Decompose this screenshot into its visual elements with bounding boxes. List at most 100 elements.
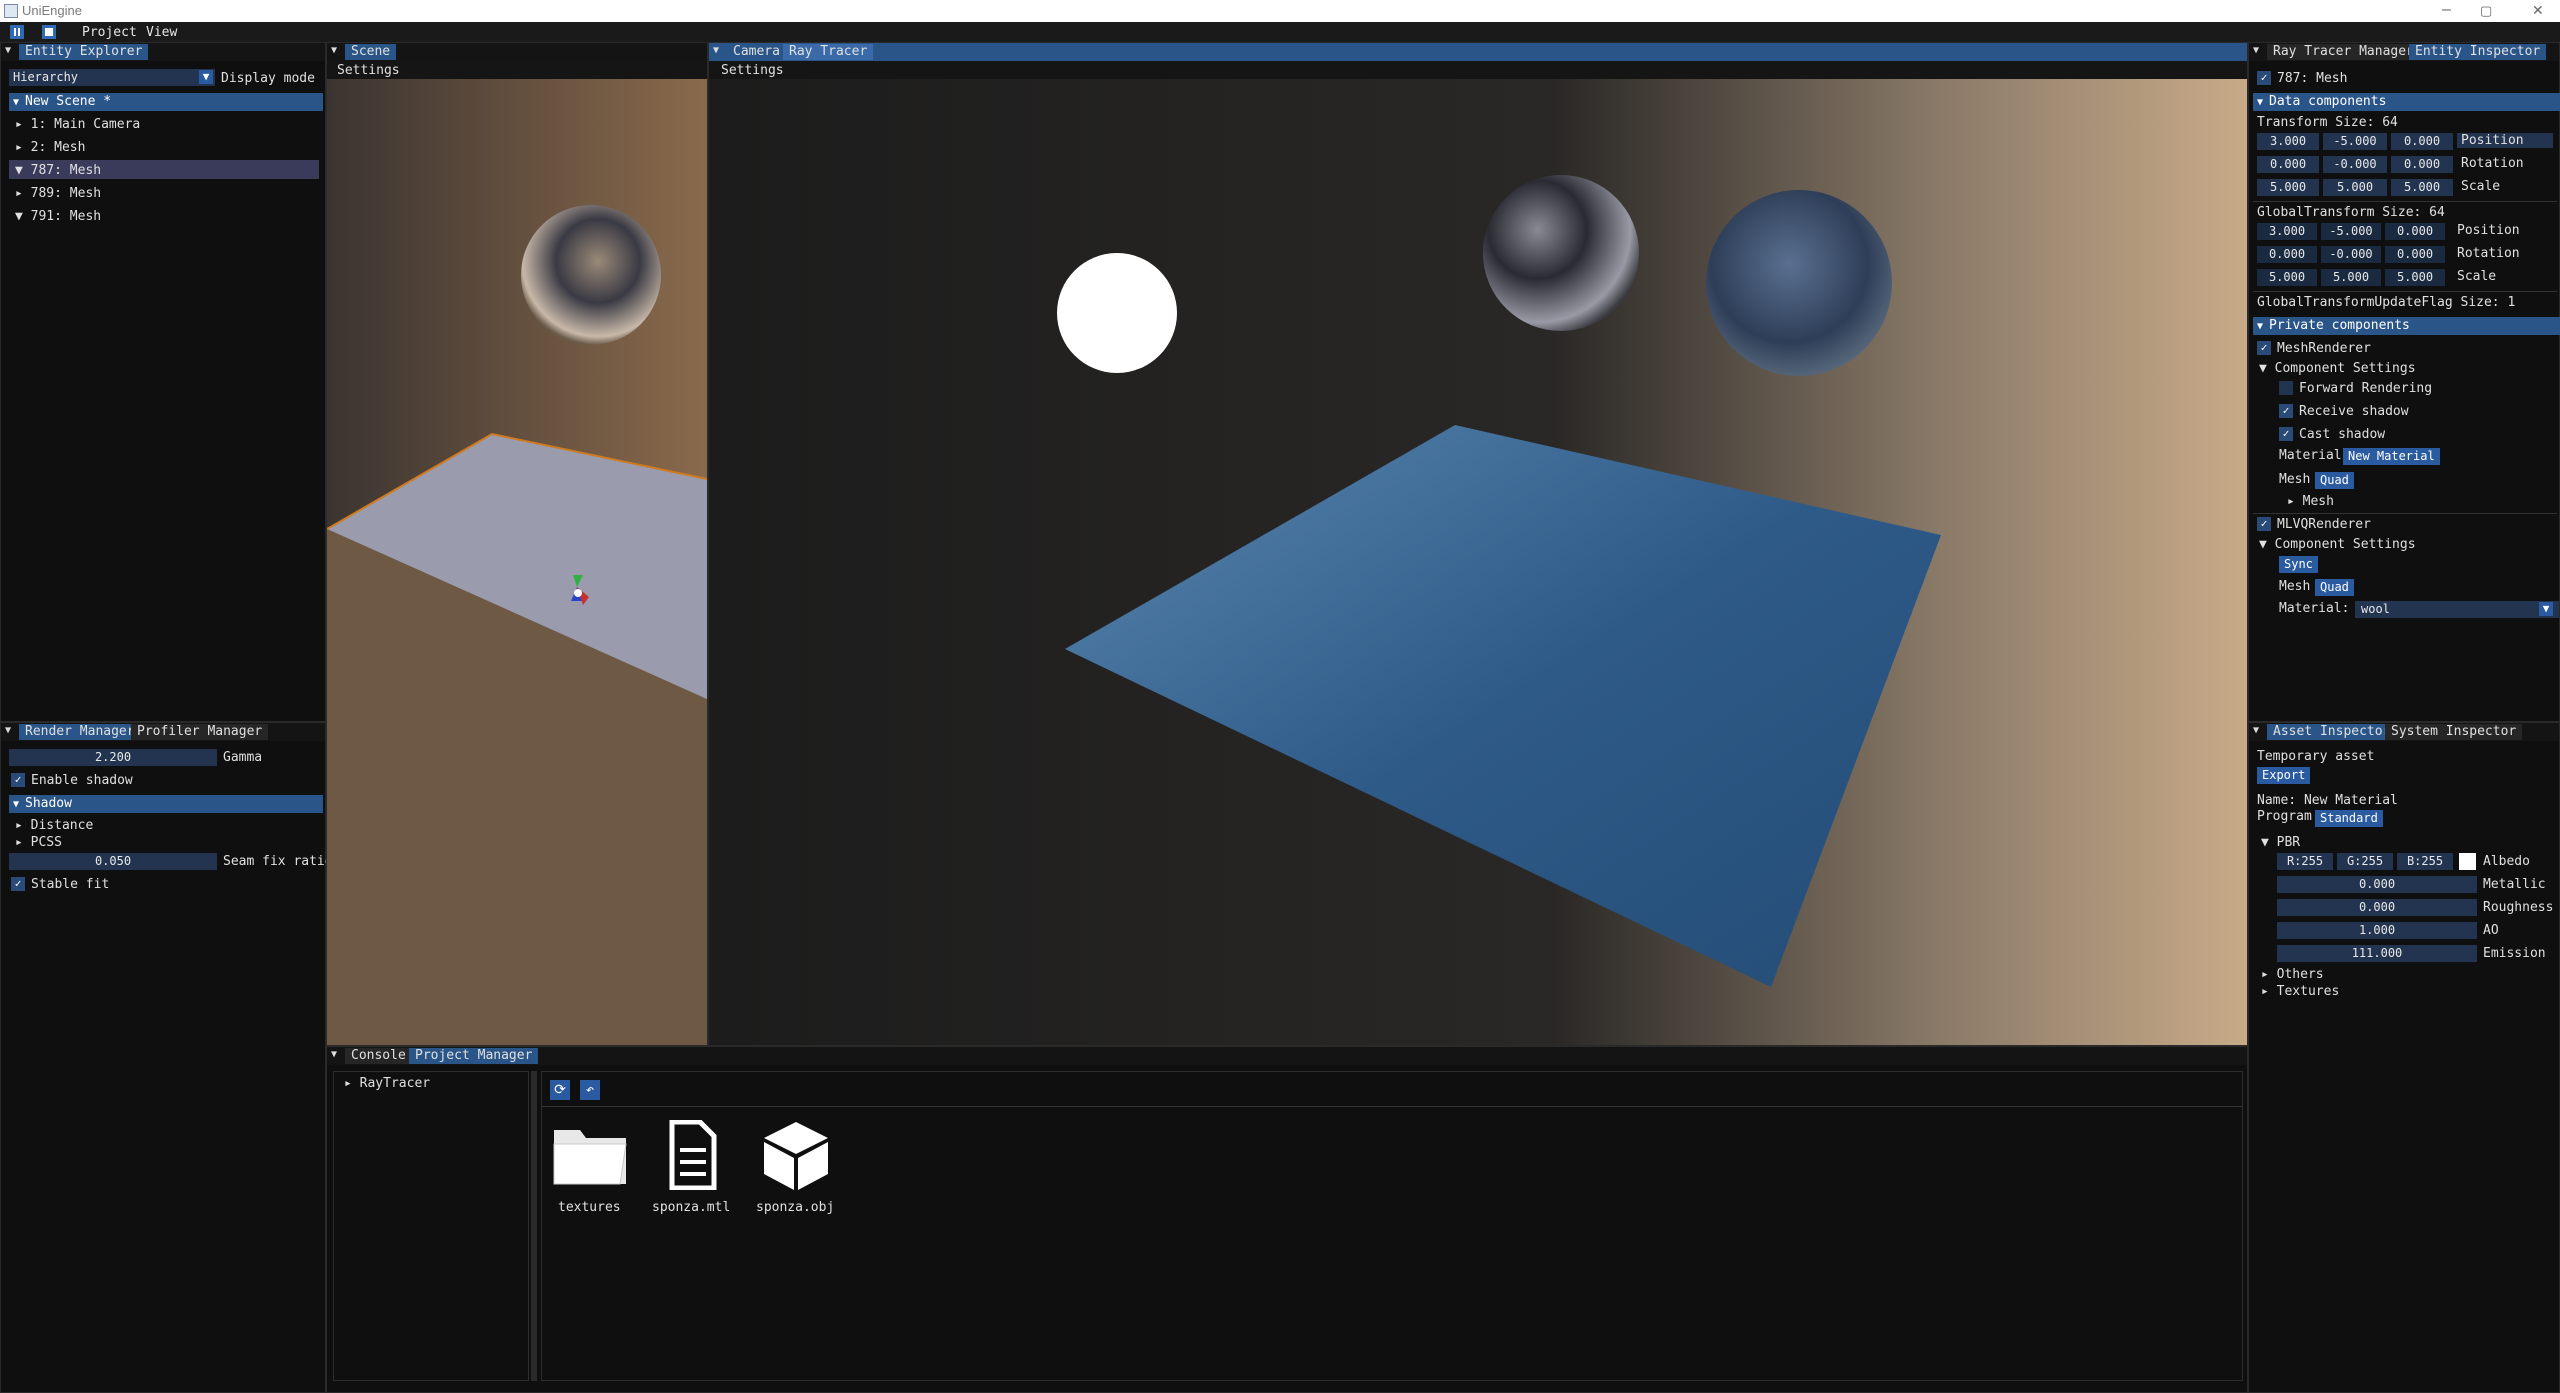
stop-button[interactable] <box>42 25 56 39</box>
distance-node[interactable]: ▸ Distance <box>15 818 93 833</box>
material-slot-button[interactable]: New Material <box>2343 448 2440 465</box>
entity-enabled-checkbox[interactable]: ✓ <box>2257 71 2271 85</box>
camera-settings-menu[interactable]: Settings <box>721 63 784 78</box>
display-mode-select[interactable]: Hierarchy <box>9 69 215 86</box>
entity-explorer-panel: ▼ Entity Explorer Hierarchy ▼ Display mo… <box>0 42 326 722</box>
scene-root[interactable]: ▼ New Scene * <box>9 93 323 111</box>
enable-shadow-checkbox[interactable]: ✓ <box>11 773 25 787</box>
tab-entity-inspector[interactable]: Entity Inspector <box>2409 44 2547 60</box>
file-item-sponza-mtl[interactable]: sponza.mtl <box>650 1119 734 1220</box>
tree-root-raytracer[interactable]: ▸ RayTracer <box>344 1076 430 1091</box>
scene-settings-menu[interactable]: Settings <box>337 63 400 78</box>
mesh-renderer-checkbox[interactable]: ✓ <box>2257 341 2271 355</box>
entity-item[interactable]: ▼ 791: Mesh <box>15 209 101 224</box>
file-browser: ⟳ ↶ textures sponza.mtl sponza.obj <box>541 1071 2243 1381</box>
menu-bar: Project View <box>0 22 2560 42</box>
collapse-icon[interactable]: ▼ <box>2253 725 2259 736</box>
transform-position-y[interactable]: -5.000 <box>2323 133 2387 150</box>
file-item-sponza-obj[interactable]: sponza.obj <box>756 1120 840 1220</box>
tab-camera[interactable]: Camera <box>727 44 786 60</box>
albedo-b-field[interactable]: B:255 <box>2397 853 2453 870</box>
metallic-label: Metallic <box>2483 877 2546 892</box>
receive-shadow-checkbox[interactable]: ✓ <box>2279 404 2293 418</box>
gamma-field[interactable]: 2.200 <box>9 749 217 766</box>
roughness-field[interactable]: 0.000 <box>2277 899 2477 916</box>
program-button[interactable]: Standard <box>2315 810 2383 827</box>
tab-ray-tracer-manager[interactable]: Ray Tracer Manager <box>2267 44 2420 60</box>
tab-render-manager[interactable]: Render Manager <box>19 724 141 740</box>
pcss-node[interactable]: ▸ PCSS <box>15 835 62 850</box>
tab-scene[interactable]: Scene <box>345 44 397 60</box>
transform-position-x[interactable]: 3.000 <box>2257 133 2319 150</box>
textures-node[interactable]: ▸ Textures <box>2261 984 2339 999</box>
component-settings-node[interactable]: ▼ Component Settings <box>2259 361 2416 376</box>
glass-sphere <box>1706 190 1892 376</box>
private-components-header[interactable]: ▼ Private components <box>2253 317 2560 335</box>
cast-shadow-label: Cast shadow <box>2299 427 2386 442</box>
menu-project[interactable]: Project <box>82 25 137 40</box>
albedo-color-swatch[interactable] <box>2459 853 2476 870</box>
albedo-r-field[interactable]: R:255 <box>2277 853 2333 870</box>
mesh-slot-button[interactable]: Quad <box>2315 472 2354 489</box>
metallic-field[interactable]: 0.000 <box>2277 876 2477 893</box>
transform-rotation-z[interactable]: 0.000 <box>2391 156 2453 173</box>
material-select[interactable]: wool <box>2355 601 2559 618</box>
tab-system-inspector[interactable]: System Inspector <box>2385 724 2523 740</box>
tab-profiler-manager[interactable]: Profiler Manager <box>131 724 269 740</box>
collapse-icon[interactable]: ▼ <box>5 45 11 56</box>
seam-fix-field[interactable]: 0.050 <box>9 853 217 870</box>
transform-scale-y[interactable]: 5.000 <box>2323 179 2387 196</box>
splitter[interactable] <box>531 1071 537 1381</box>
pbr-node[interactable]: ▼ PBR <box>2261 835 2300 850</box>
entity-item[interactable]: ▸ 1: Main Camera <box>15 117 140 132</box>
albedo-g-field[interactable]: G:255 <box>2337 853 2393 870</box>
tab-ray-tracer[interactable]: Ray Tracer <box>783 44 874 60</box>
mesh-slot-button[interactable]: Quad <box>2315 579 2354 596</box>
tab-console[interactable]: Console <box>345 1048 412 1064</box>
chevron-down-icon[interactable]: ▼ <box>199 70 213 84</box>
back-icon[interactable]: ↶ <box>580 1080 600 1100</box>
others-node[interactable]: ▸ Others <box>2261 967 2324 982</box>
file-item-textures[interactable]: textures <box>550 1120 634 1220</box>
entity-item[interactable]: ▸ 789: Mesh <box>15 186 101 201</box>
tab-entity-explorer[interactable]: Entity Explorer <box>19 44 149 60</box>
transform-position-z[interactable]: 0.000 <box>2391 133 2453 150</box>
maximize-button[interactable]: ▢ <box>2480 3 2492 19</box>
mlvq-renderer-checkbox[interactable]: ✓ <box>2257 517 2271 531</box>
collapse-icon[interactable]: ▼ <box>5 725 11 736</box>
ray-tracer-viewport[interactable] <box>709 79 2247 1045</box>
pause-button[interactable] <box>10 25 24 39</box>
chevron-down-icon[interactable]: ▼ <box>2539 602 2553 616</box>
export-button[interactable]: Export <box>2257 767 2311 784</box>
close-button[interactable]: ✕ <box>2532 2 2544 19</box>
transform-rotation-x[interactable]: 0.000 <box>2257 156 2319 173</box>
cast-shadow-checkbox[interactable]: ✓ <box>2279 427 2293 441</box>
collapse-icon[interactable]: ▼ <box>331 1049 337 1060</box>
emission-label: Emission <box>2483 946 2546 961</box>
data-components-header[interactable]: ▼ Data components <box>2253 93 2560 111</box>
tab-asset-inspector[interactable]: Asset Inspector <box>2267 724 2397 740</box>
entity-item[interactable]: ▸ 2: Mesh <box>15 140 85 155</box>
component-settings-node[interactable]: ▼ Component Settings <box>2259 537 2416 552</box>
transform-rotation-y[interactable]: -0.000 <box>2323 156 2387 173</box>
file-name: sponza.obj <box>756 1200 835 1215</box>
mesh-sub-node[interactable]: ▸ Mesh <box>2287 494 2334 509</box>
scene-viewport[interactable] <box>327 79 707 1045</box>
refresh-icon[interactable]: ⟳ <box>550 1080 570 1100</box>
ao-field[interactable]: 1.000 <box>2277 922 2477 939</box>
entity-item-selected[interactable]: ▼ 787: Mesh <box>15 163 101 178</box>
transform-scale-x[interactable]: 5.000 <box>2257 179 2319 196</box>
forward-rendering-checkbox[interactable] <box>2279 381 2293 395</box>
scene-menubar: Settings <box>327 61 707 79</box>
transform-scale-z[interactable]: 5.000 <box>2391 179 2453 196</box>
tab-project-manager[interactable]: Project Manager <box>409 1048 539 1064</box>
shadow-header[interactable]: ▼ Shadow <box>9 795 323 813</box>
stable-fit-checkbox[interactable]: ✓ <box>11 877 25 891</box>
sync-button[interactable]: Sync <box>2279 556 2318 573</box>
collapse-icon[interactable]: ▼ <box>2253 45 2259 56</box>
menu-view[interactable]: View <box>146 25 177 40</box>
collapse-icon[interactable]: ▼ <box>331 45 337 56</box>
emission-field[interactable]: 111.000 <box>2277 945 2477 962</box>
collapse-icon[interactable]: ▼ <box>713 45 719 56</box>
minimize-button[interactable]: – <box>2442 1 2451 19</box>
